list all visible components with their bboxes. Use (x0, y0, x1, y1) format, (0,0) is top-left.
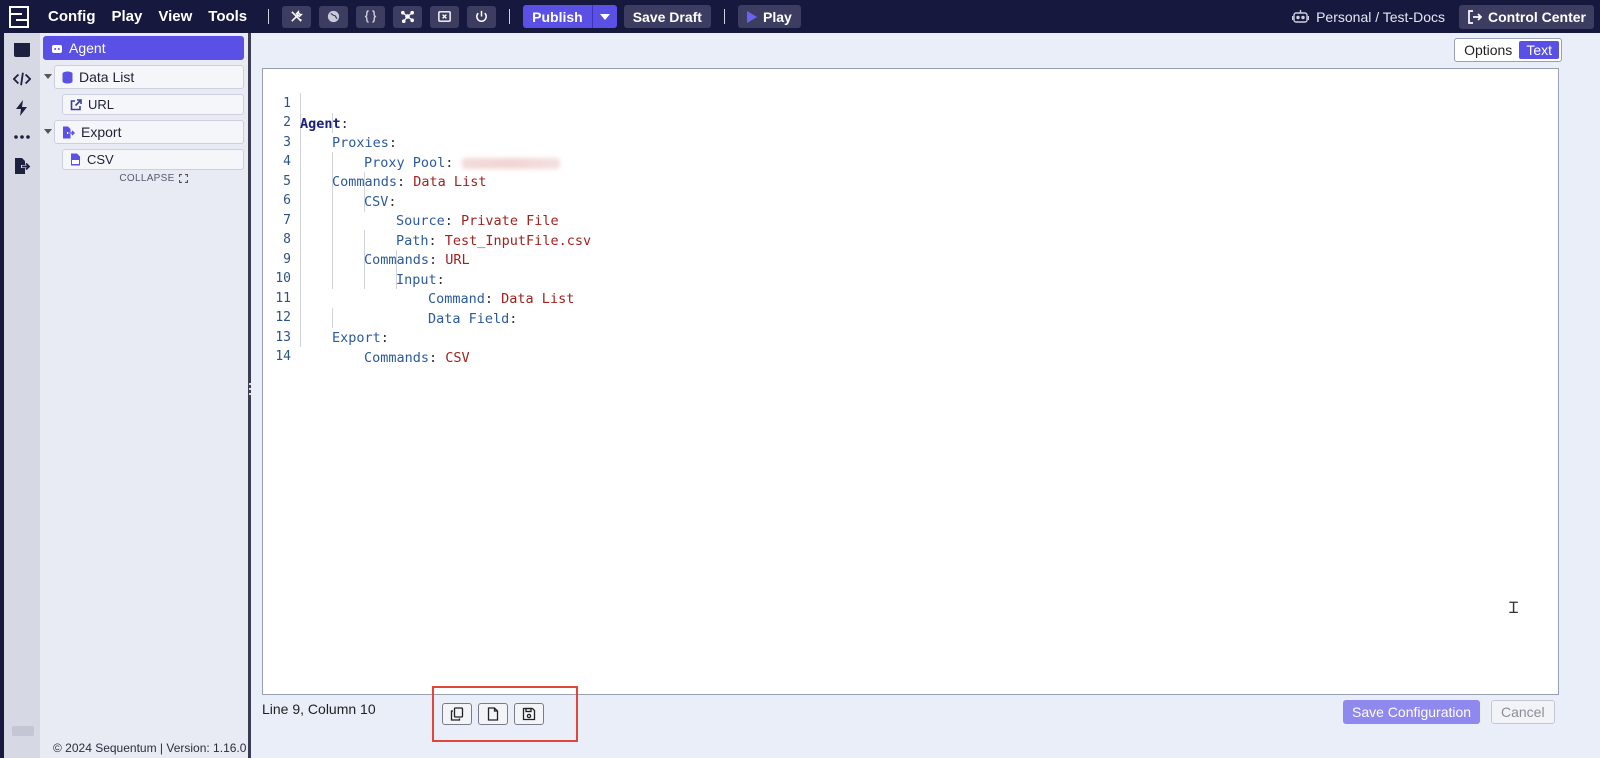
workspace-label: Personal / Test-Docs (1316, 8, 1445, 25)
publish-dropdown-button[interactable] (591, 5, 617, 28)
braces-icon[interactable] (356, 5, 386, 28)
save-configuration-button[interactable]: Save Configuration (1343, 700, 1481, 724)
globe-icon[interactable] (319, 5, 349, 28)
main-editor-area: Options Text 1 Agent: 2 Proxies: 3 Proxy… (251, 33, 1600, 758)
export-icon[interactable] (9, 153, 35, 179)
toolbar-divider (268, 9, 270, 24)
robot-icon (1292, 10, 1310, 23)
text-cursor-icon: Ɪ (1509, 598, 1518, 617)
save-icon (522, 707, 536, 721)
tree-node-label: Data List (79, 69, 135, 85)
copy-button[interactable] (442, 703, 472, 725)
code-icon[interactable] (9, 66, 35, 92)
toolbar-divider (509, 9, 511, 24)
tree-node-label: Agent (69, 40, 106, 56)
line-number: 14 (275, 349, 291, 364)
topbar-right: Personal / Test-Docs Control Center (1292, 0, 1600, 33)
main-menu: Config Play View Tools (38, 8, 255, 25)
mode-toggle: Options Text (1454, 38, 1562, 62)
code-line: 2 Proxies: (263, 93, 1558, 151)
file-tools-highlight (432, 686, 578, 742)
text-mode-button[interactable]: Text (1519, 41, 1559, 59)
publish-button[interactable]: Publish (523, 5, 592, 28)
menu-view[interactable]: View (150, 8, 200, 25)
rail-handle (12, 726, 34, 736)
yaml-code-editor[interactable]: 1 Agent: 2 Proxies: 3 Proxy Pool: 4 Comm… (262, 68, 1559, 695)
menu-tools[interactable]: Tools (200, 8, 255, 25)
toolbar-divider (723, 9, 725, 24)
tree-node-url[interactable]: URL (62, 94, 244, 115)
tree-node-data-list[interactable]: Data List (54, 65, 244, 89)
code-line: 4 Commands: Data List (263, 132, 1558, 190)
left-rail (0, 33, 40, 758)
code-line: 14 (263, 327, 1558, 364)
new-file-icon (487, 707, 499, 721)
top-bar: Config Play View Tools Publish Save Draf… (0, 0, 1600, 33)
code-line: 1 Agent: (263, 74, 1558, 132)
cursor-position-status: Line 9, Column 10 (262, 701, 376, 717)
menu-config[interactable]: Config (38, 8, 103, 25)
power-icon[interactable] (467, 5, 497, 28)
control-center-label: Control Center (1488, 8, 1586, 25)
external-link-icon (70, 98, 82, 110)
caret-down-icon[interactable] (43, 128, 53, 136)
collapse-tree-button[interactable]: COLLAPSE (63, 173, 244, 184)
play-button-label: Play (762, 8, 792, 25)
control-center-button[interactable]: Control Center (1459, 4, 1594, 29)
csv-file-icon (71, 153, 80, 166)
publish-group: Publish (523, 5, 617, 28)
tree-row-export: Export (43, 120, 244, 144)
code-line: 8 Commands: URL (263, 210, 1558, 268)
tree-node-export[interactable]: Export (54, 120, 244, 144)
more-icon[interactable] (9, 124, 35, 150)
caret-down-icon[interactable] (43, 73, 53, 81)
code-line: 3 Proxy Pool: (263, 113, 1558, 171)
tree-node-agent[interactable]: Agent (43, 36, 244, 60)
footer-version: © 2024 Sequentum | Version: 1.16.0 (53, 741, 247, 755)
workspace-selector[interactable]: Personal / Test-Docs (1292, 9, 1445, 25)
network-icon[interactable] (393, 5, 423, 28)
tree-node-label: Export (81, 124, 122, 140)
file-export-icon (63, 126, 75, 138)
window-icon[interactable] (9, 37, 35, 63)
robot-icon (52, 44, 62, 53)
fullscreen-icon (178, 174, 188, 183)
save-file-button[interactable] (514, 703, 544, 725)
save-draft-button[interactable]: Save Draft (623, 5, 711, 28)
yaml-key: Commands (364, 350, 430, 366)
menu-play[interactable]: Play (103, 8, 150, 25)
bolt-icon[interactable] (9, 95, 35, 121)
code-line: 9 Input: (263, 230, 1558, 288)
code-line: 5 CSV: (263, 152, 1558, 210)
app-logo-icon[interactable] (0, 0, 38, 33)
code-line: 7 Path: Test_InputFile.csv (263, 191, 1558, 249)
code-line: 13 Commands: CSV (263, 308, 1558, 366)
database-icon (62, 71, 73, 83)
tree-row-data-list: Data List (43, 65, 244, 89)
close-box-icon[interactable] (430, 5, 460, 28)
code-line: 12 Export: (263, 288, 1558, 346)
code-line: 6 Source: Private File (263, 171, 1558, 229)
code-line: 11 Data Field: (263, 269, 1558, 327)
sign-out-icon (1468, 9, 1482, 24)
cancel-button[interactable]: Cancel (1491, 700, 1555, 724)
tree-node-csv[interactable]: CSV (62, 149, 244, 170)
play-button[interactable]: Play (737, 5, 801, 28)
options-mode-button[interactable]: Options (1457, 41, 1519, 59)
code-line: 10 Command: Data List (263, 249, 1558, 307)
yaml-value: CSV (445, 350, 470, 366)
new-file-button[interactable] (478, 703, 508, 725)
tree-node-label: CSV (87, 152, 114, 167)
agent-tree-panel: Agent Data List URL Export CSV COLLAPSE … (40, 33, 248, 758)
chevron-down-icon (599, 13, 610, 20)
collapse-label: COLLAPSE (119, 173, 175, 184)
play-icon (746, 10, 757, 23)
wrench-screwdriver-icon[interactable] (282, 5, 312, 28)
tree-node-label: URL (88, 97, 115, 112)
copy-icon (450, 707, 464, 721)
